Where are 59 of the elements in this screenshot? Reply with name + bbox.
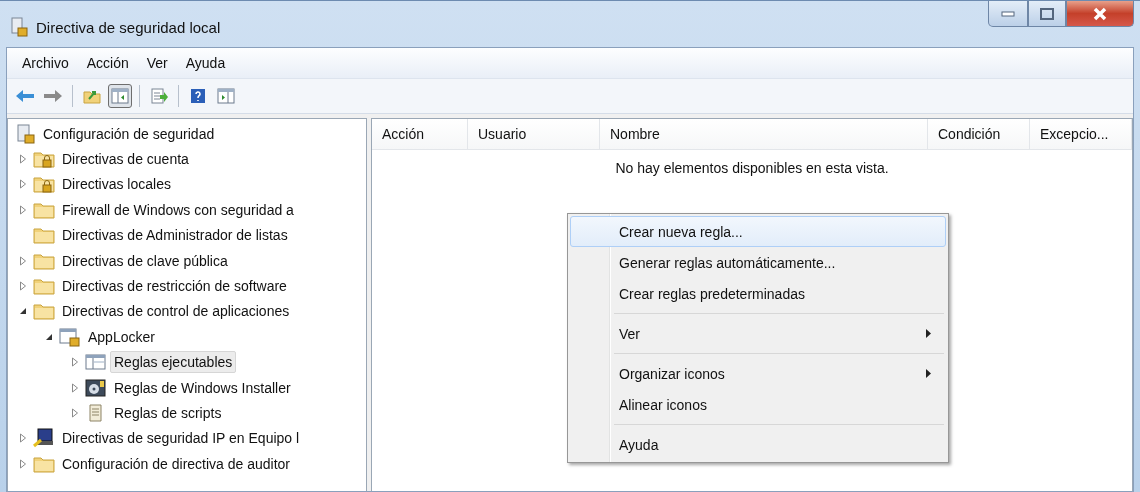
export-list-icon	[150, 88, 168, 104]
menu-item[interactable]: Crear nueva regla...	[570, 216, 946, 247]
tree-item[interactable]: Directivas de control de aplicaciones	[58, 300, 294, 323]
locked-window-icon	[59, 326, 81, 347]
help-icon	[190, 88, 206, 104]
menu-item[interactable]: Ayuda	[570, 429, 946, 460]
tree-item[interactable]: Reglas de scripts	[110, 402, 226, 424]
tree-item[interactable]: Directivas de cuenta	[58, 148, 193, 171]
maximize-button[interactable]	[1028, 1, 1066, 27]
lock-document-icon	[16, 123, 36, 144]
menu-item[interactable]: Alinear iconos	[570, 389, 946, 420]
window-list-icon	[85, 353, 107, 372]
column-header[interactable]: Excepcio...	[1030, 119, 1132, 149]
menu-item[interactable]: Archivo	[15, 52, 76, 74]
console-tree-icon	[111, 88, 129, 104]
tree-item[interactable]: Configuración de directiva de auditor	[58, 452, 295, 475]
tree-item[interactable]: Reglas ejecutables	[110, 351, 237, 374]
computer-key-icon	[33, 428, 55, 449]
action-pane-icon	[217, 88, 235, 104]
toolbar-button[interactable]	[108, 84, 132, 108]
menu-item[interactable]: Crear reglas predeterminadas	[570, 278, 946, 309]
close-icon	[1092, 6, 1108, 21]
tree-item[interactable]: Directivas de clave pública	[58, 249, 232, 272]
tree-item[interactable]: Configuración de seguridad	[39, 122, 219, 145]
menu-item[interactable]: Generar reglas automáticamente...	[570, 247, 946, 278]
forward-arrow-icon	[43, 89, 63, 103]
menu-item[interactable]: Organizar iconos	[570, 358, 946, 389]
menu-item[interactable]: Ayuda	[178, 52, 233, 74]
column-header[interactable]: Condición	[928, 119, 1030, 149]
tree-item[interactable]: Directivas de seguridad IP en Equipo l	[58, 427, 304, 450]
column-header[interactable]: Nombre	[600, 119, 928, 149]
folder-icon	[33, 226, 55, 245]
locked-folder-icon	[33, 175, 55, 194]
folder-icon	[33, 302, 55, 321]
lock-document-icon	[10, 17, 28, 37]
locked-folder-icon	[33, 150, 55, 169]
column-header[interactable]: Usuario	[468, 119, 600, 149]
menu-item[interactable]: Acción	[79, 52, 136, 74]
folder-icon	[33, 454, 55, 473]
column-header[interactable]: Acción	[372, 119, 468, 149]
close-button[interactable]	[1066, 1, 1134, 27]
folder-arrow-icon	[83, 88, 101, 104]
minimize-icon	[1001, 10, 1015, 17]
tree-item[interactable]: AppLocker	[84, 325, 159, 348]
window-title: Directiva de seguridad local	[36, 18, 221, 36]
folder-icon	[33, 251, 55, 270]
minimize-button[interactable]	[988, 1, 1028, 27]
tree-item[interactable]: Firewall de Windows con seguridad a	[58, 198, 298, 221]
tree-item[interactable]: Directivas de Administrador de listas	[58, 224, 292, 247]
tree-item[interactable]: Reglas de Windows Installer	[110, 376, 295, 399]
folder-icon	[33, 200, 55, 219]
empty-message: No hay elementos disponibles en esta vista.	[614, 160, 890, 176]
menu-item[interactable]: Ver	[139, 52, 175, 74]
tree-item[interactable]: Directivas de restricción de software	[58, 275, 291, 298]
back-arrow-icon	[15, 89, 35, 103]
maximize-icon	[1040, 7, 1054, 20]
menu-item[interactable]: Ver	[570, 318, 946, 349]
tree-item[interactable]: Directivas locales	[58, 173, 175, 196]
folder-icon	[33, 277, 55, 296]
